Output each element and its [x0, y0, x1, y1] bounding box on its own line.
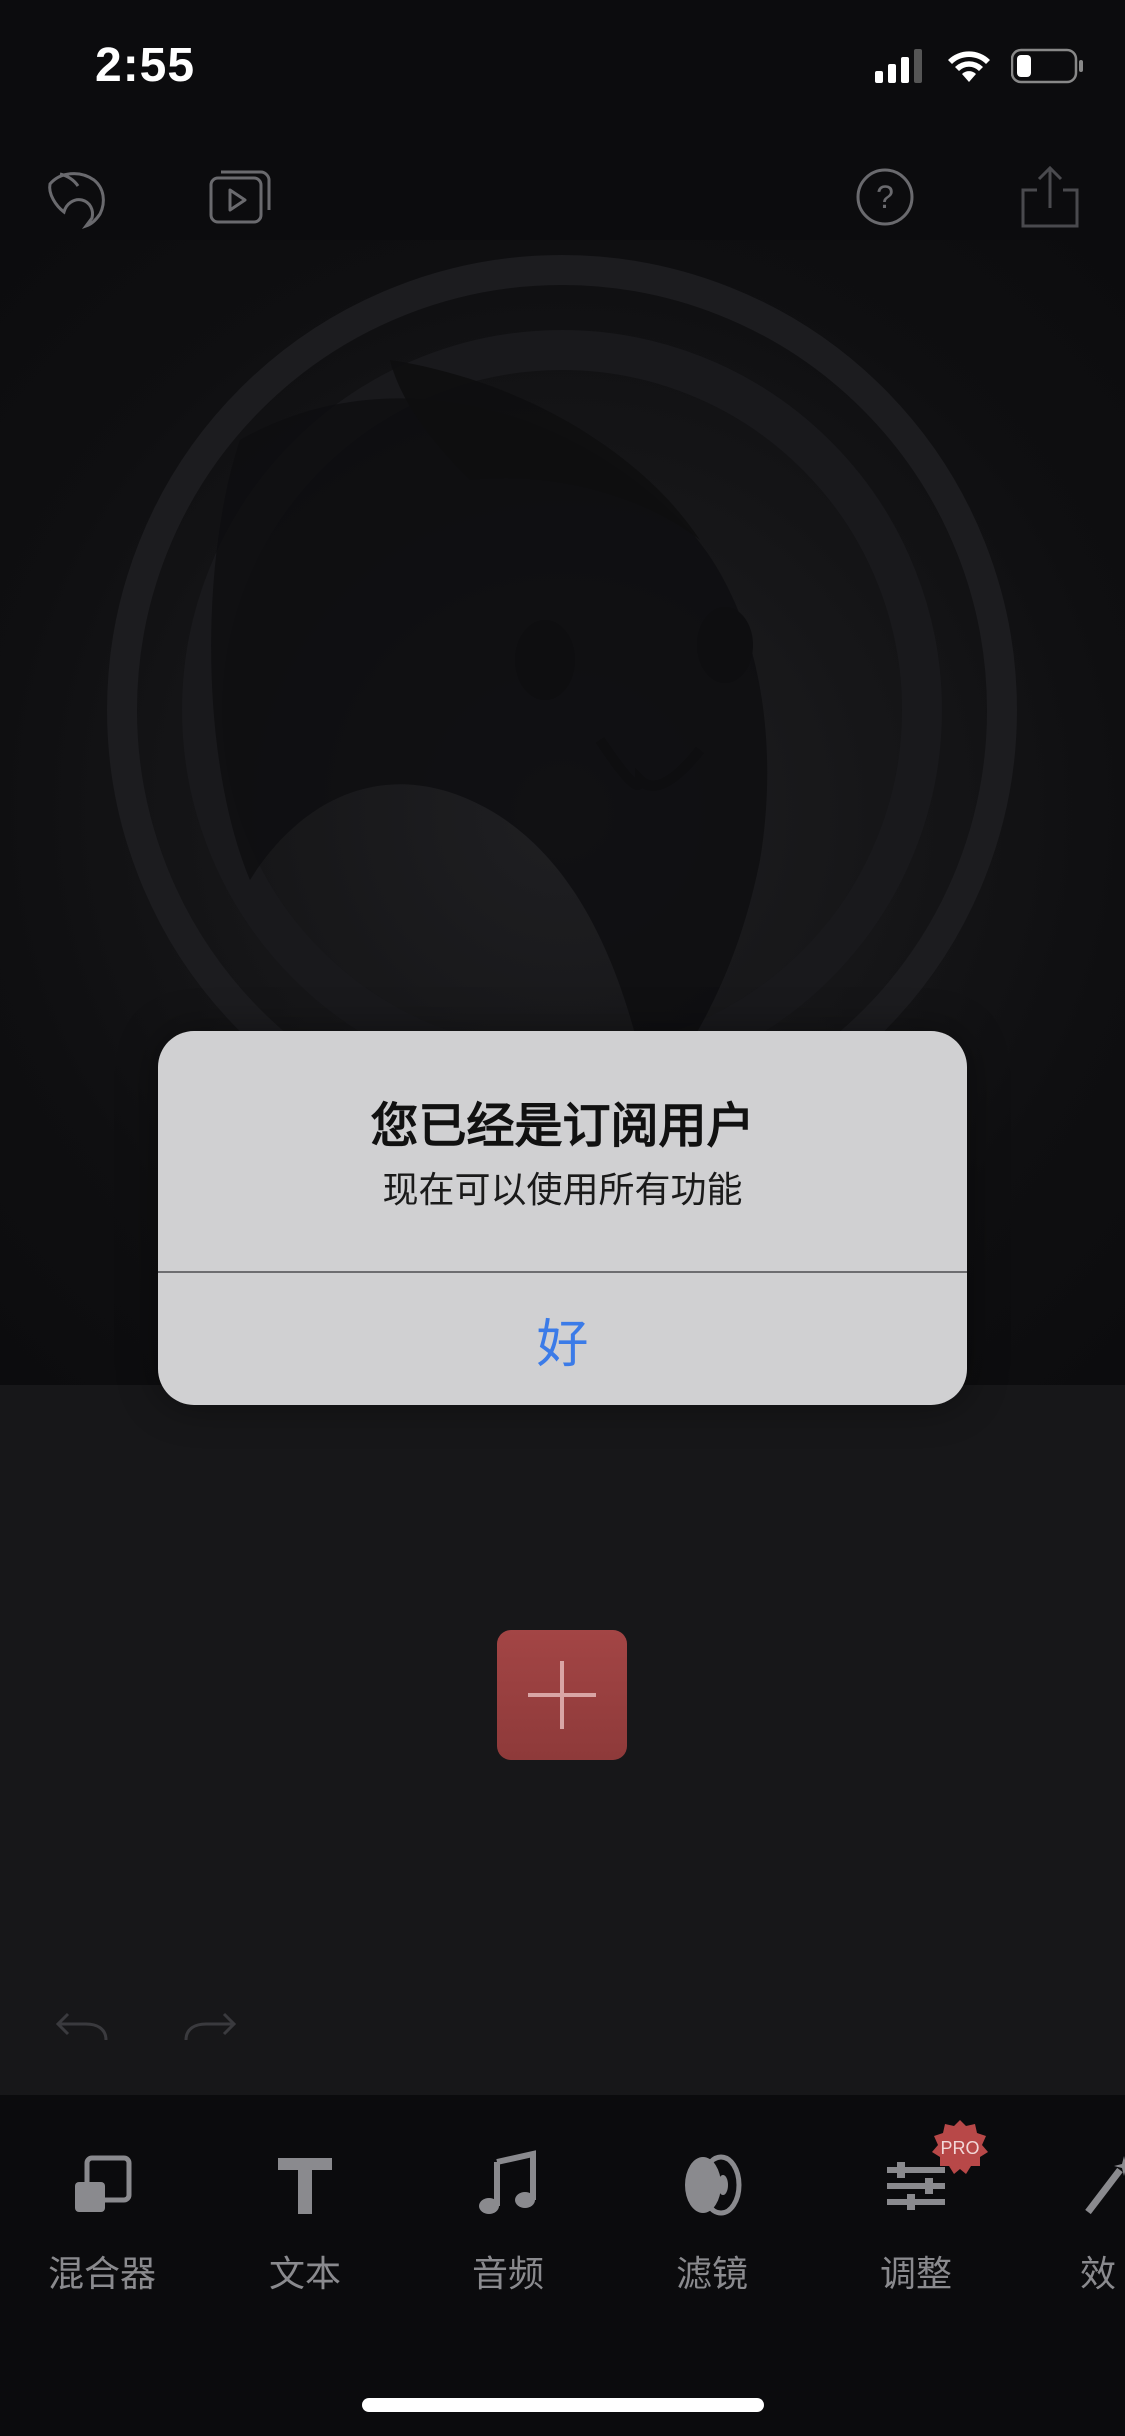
help-icon[interactable]: ?: [850, 162, 920, 232]
pro-badge-text: PRO: [940, 2137, 980, 2158]
status-bar: 2:55: [0, 0, 1125, 140]
svg-text:?: ?: [876, 179, 894, 215]
tool-audio[interactable]: 音频: [418, 2145, 598, 2297]
alert-message: 现在可以使用所有功能: [382, 1170, 743, 1211]
battery-icon: [1011, 48, 1083, 84]
redo-icon[interactable]: [180, 2010, 240, 2055]
tool-label: 效: [1080, 2254, 1117, 2295]
tool-filter[interactable]: 滤镜: [622, 2145, 802, 2297]
alert-title: 您已经是订阅用户: [370, 1098, 755, 1154]
share-icon[interactable]: [1015, 162, 1085, 232]
pro-badge: PRO: [930, 2118, 990, 2178]
cellular-signal-icon: [875, 49, 922, 83]
tool-text[interactable]: 文本: [215, 2145, 395, 2297]
tool-label: 调整: [879, 2254, 952, 2295]
alert-ok-button[interactable]: 好: [158, 1273, 967, 1405]
status-time: 2:55: [95, 39, 196, 92]
tool-label: 文本: [268, 2254, 341, 2295]
filter-icon: [685, 2154, 742, 2216]
rabbit-logo-icon[interactable]: [42, 162, 112, 232]
add-media-button[interactable]: [497, 1630, 627, 1760]
tool-label: 音频: [471, 2254, 544, 2295]
tool-label: 滤镜: [675, 2254, 748, 2295]
status-icons: [875, 48, 1085, 84]
media-library-icon[interactable]: [205, 162, 275, 232]
tool-mixer[interactable]: 混合器: [12, 2145, 192, 2297]
music-note-icon: [479, 2150, 536, 2214]
subscription-alert: 您已经是订阅用户 现在可以使用所有功能 好: [158, 1031, 967, 1405]
tool-effects[interactable]: 效: [1030, 2145, 1125, 2297]
undo-icon[interactable]: [52, 2010, 112, 2055]
top-toolbar: ?: [0, 150, 1125, 240]
mixer-icon: [75, 2155, 132, 2212]
text-icon: [278, 2158, 332, 2214]
plus-icon: [528, 1661, 596, 1729]
wifi-icon: [948, 51, 990, 82]
home-indicator[interactable]: [362, 2398, 764, 2412]
tool-label: 混合器: [47, 2254, 156, 2295]
magic-wand-icon: [1085, 2156, 1125, 2215]
